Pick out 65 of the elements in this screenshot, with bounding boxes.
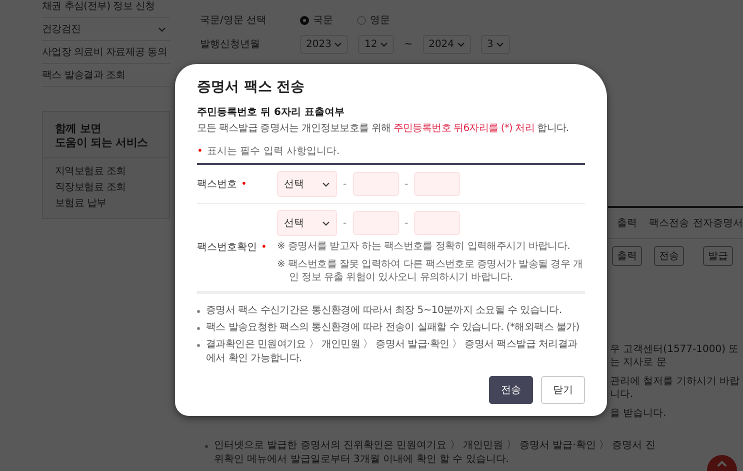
area-code-select[interactable]: 선택 <box>277 210 337 236</box>
required-mark: • <box>261 242 267 253</box>
dialog-title: 증명서 팩스 전송 <box>197 78 306 96</box>
table-action-button[interactable]: 전송 <box>654 246 684 266</box>
dash-separator: - <box>343 218 347 228</box>
service-link[interactable]: 지역보험료 조회 <box>55 164 157 178</box>
language-radio[interactable]: 국문 <box>300 13 333 27</box>
close-button[interactable]: 닫기 <box>541 376 585 404</box>
required-note: 표시는 필수 입력 사항입니다. <box>206 145 340 158</box>
fax-number-field[interactable] <box>414 211 460 235</box>
column-header: 출력 <box>608 208 646 239</box>
arrow-up-icon <box>717 460 727 468</box>
privacy-notice: 모든 팩스발급 증명서는 개인정보보호를 위해 주민등록번호 뒤6자리를 (*) 처리 합니다. <box>197 122 570 136</box>
year-select[interactable]: 2024 <box>422 34 472 54</box>
chevron-down-icon <box>457 42 466 46</box>
note-text: 관리에 철저를 기하시기 바랍니다. <box>610 375 741 401</box>
info-text: 결과확인은 민원여기요 〉 개인민원 〉 증명서 발급·확인 〉 증명서 팩스발급 처리결과에서 확인 가능합니다. <box>206 338 578 366</box>
sidebar-item[interactable]: 건강검진 <box>42 18 170 41</box>
bullet-icon <box>197 310 200 312</box>
panel-title: 함께 보면 도움이 되는 서비스 <box>43 112 169 158</box>
service-link[interactable]: 보험료 납부 <box>55 196 157 210</box>
sidebar-item[interactable]: 팩스 발송결과 조회 <box>42 64 170 87</box>
column-header: 전자증명서 <box>692 208 743 239</box>
required-mark: • <box>197 146 203 156</box>
chevron-down-icon <box>496 42 504 46</box>
bullet-icon <box>197 344 200 346</box>
language-radio[interactable]: 영문 <box>357 13 390 27</box>
chevron-down-icon <box>334 42 342 46</box>
section-title: 주민등록번호 뒤 6자리 표출여부 <box>197 106 346 120</box>
dash-separator: - <box>404 218 408 228</box>
service-link[interactable]: 직장보험료 조회 <box>55 180 157 194</box>
chevron-down-icon <box>380 42 388 46</box>
send-button[interactable]: 전송 <box>489 376 533 404</box>
info-text: 증명서 팩스 수신기간은 통신환경에 따라서 최장 5~10분까지 소요될 수 있습니다. <box>206 304 562 318</box>
fax-number-field[interactable] <box>414 172 460 196</box>
field-label: 발행신청년월 <box>200 38 261 51</box>
sidebar-item[interactable]: 사업장 의료비 자료제공 동의 <box>42 41 170 64</box>
caret-icon <box>158 26 166 32</box>
note-text: 을 받습니다. <box>610 407 668 420</box>
note-text: 우 고객센터(1577-1000) 또는 지사로 문 <box>610 343 740 369</box>
range-separator: ~ <box>404 38 413 50</box>
field-label: 국문/영문 선택 <box>200 14 268 27</box>
sidebar-item[interactable]: 채권 추심(전부) 정보 신청 <box>42 0 170 18</box>
bullet-icon <box>205 445 208 448</box>
hint-text: ※ 증명서를 받고자 하는 팩스번호를 정확히 입력해주시기 바랍니다. <box>277 240 572 254</box>
chevron-down-icon <box>322 220 330 226</box>
chevron-down-icon <box>322 182 330 186</box>
fax-number-field[interactable] <box>352 211 399 235</box>
hint-text: ※ 팩스번호를 잘못 입력하여 다른 팩스번호로 증명서가 발송될 경우 개인 정보 유출 위험이 있사오니 유의하시기 바랍니다. <box>277 258 584 284</box>
footer-note: 인터넷으로 발급한 증명서의 진위확인은 민원여기요 〉 개인민원 〉 증명서 발급·확인 〉 증명서 진위확인 메뉴에서 발급일로부터 3개월 이내에 확인 할 수 있습니다. <box>214 439 656 467</box>
required-mark: • <box>241 178 247 190</box>
field-label: 팩스번호확인 <box>197 241 257 254</box>
field-label: 팩스번호 <box>197 178 237 191</box>
dash-separator: - <box>343 178 347 190</box>
month-select[interactable]: 12 <box>358 34 394 54</box>
table-action-button[interactable]: 출력 <box>612 246 642 266</box>
dash-separator: - <box>404 178 408 190</box>
year-select[interactable]: 2023 <box>300 34 348 54</box>
bullet-icon <box>197 326 200 330</box>
info-text: 팩스 발송요청한 팩스의 통신환경에 따라 전송이 실패할 수 있습니다. (*해외팩스 불가) <box>206 320 580 334</box>
table-action-button[interactable]: 발급 <box>703 246 733 266</box>
month-select[interactable]: 3 <box>481 34 510 54</box>
column-header: 팩스전송 <box>646 208 692 239</box>
area-code-select[interactable]: 선택 <box>277 171 337 197</box>
fax-number-field[interactable] <box>352 172 399 196</box>
